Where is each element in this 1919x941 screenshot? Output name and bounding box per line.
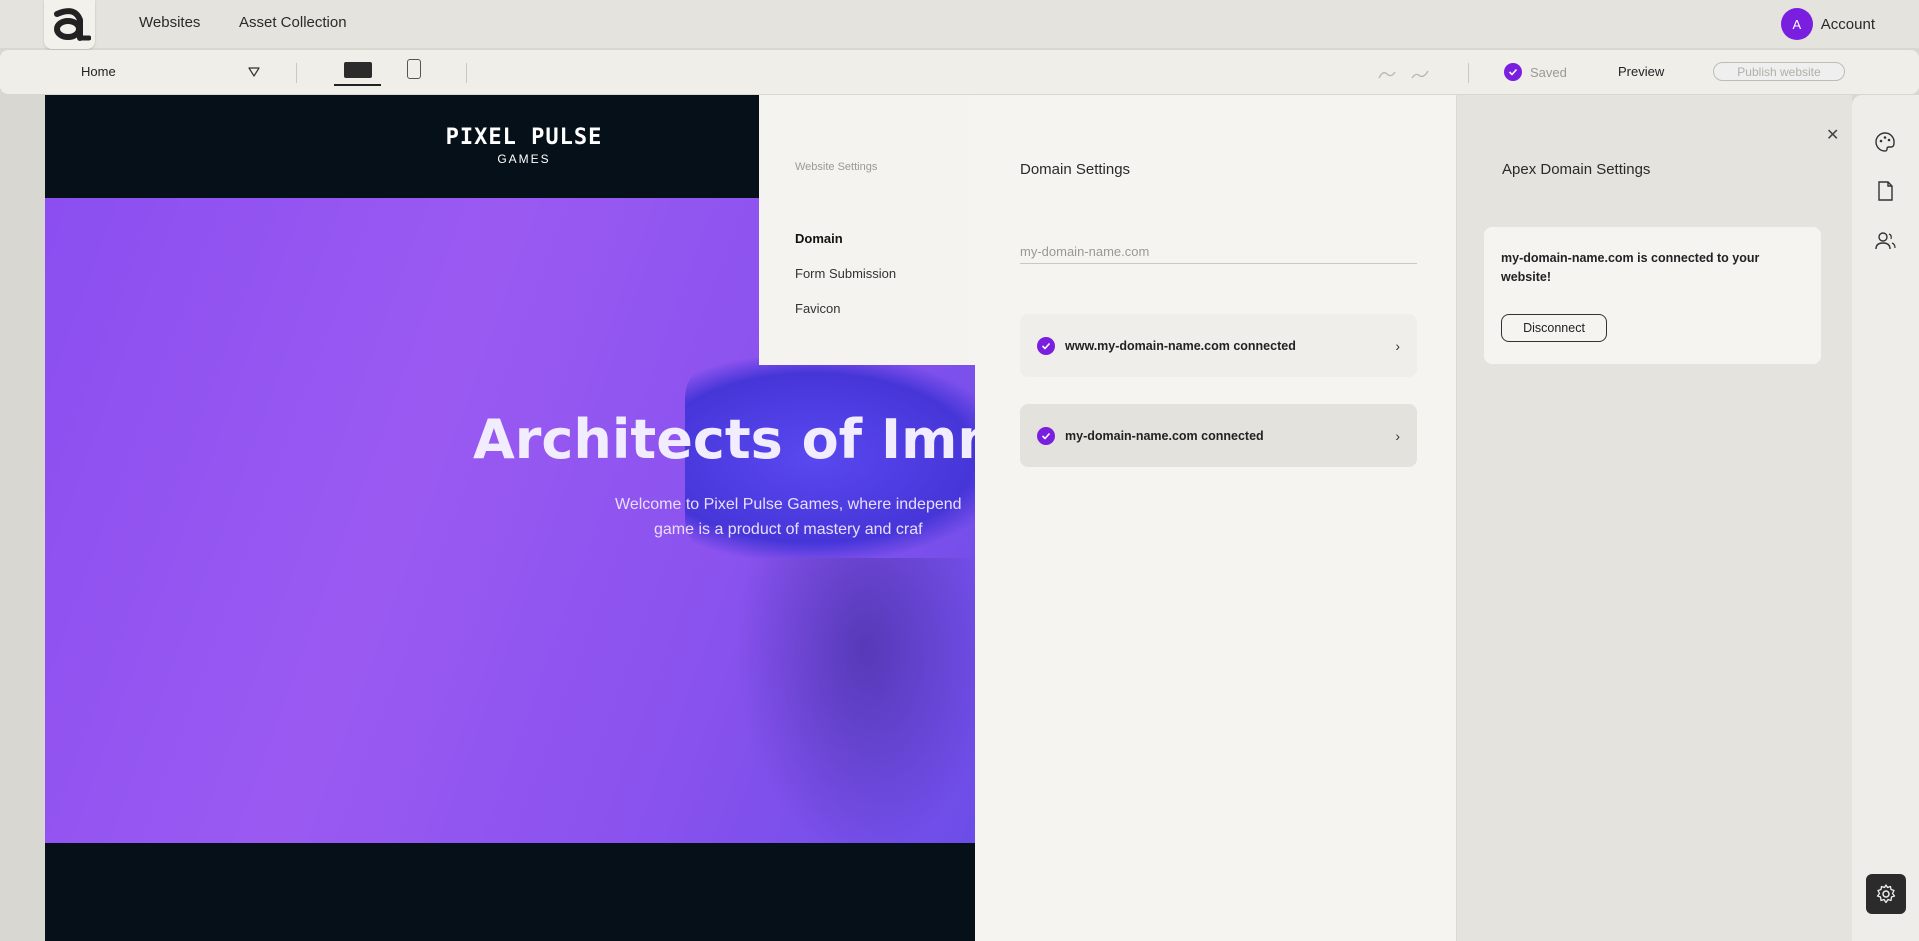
desktop-screen [343, 62, 372, 78]
settings-item-favicon[interactable]: Favicon [795, 301, 841, 316]
settings-heading: Website Settings [795, 161, 878, 173]
domain-connection-label: my-domain-name.com connected [1065, 428, 1264, 443]
account-menu[interactable]: A Account [1780, 8, 1875, 40]
site-brand: PIXEL PULSE GAMES [424, 125, 624, 166]
domain-settings-panel: Domain Settings www.my-domain-name.com c… [975, 95, 1457, 941]
check-icon [1037, 336, 1055, 355]
toolbar-divider [1468, 63, 1469, 83]
hero-text-line: game is a product of mastery and craf [653, 521, 923, 538]
undo-icon[interactable] [1377, 68, 1397, 80]
users-icon[interactable] [1874, 230, 1896, 252]
logo-mark [53, 7, 91, 41]
check-icon [1037, 426, 1055, 445]
avatar[interactable]: A [1780, 8, 1813, 40]
site-footer [45, 843, 975, 941]
saved-label: Saved [1530, 64, 1567, 80]
website-settings-menu: Website Settings Domain Form Submission … [759, 95, 975, 365]
domain-connection-apex[interactable]: my-domain-name.com connected › [1020, 404, 1417, 467]
chevron-right-icon: › [1395, 337, 1400, 354]
toolbar-divider [466, 63, 467, 83]
hero-title: Architects of Imm [473, 408, 975, 471]
chevron-down-icon[interactable] [248, 67, 260, 77]
toolbar-divider [296, 63, 297, 83]
domain-input[interactable] [1020, 240, 1417, 264]
brand-subtitle: GAMES [497, 152, 551, 166]
apex-status-card: my-domain-name.com is connected to your … [1484, 227, 1821, 364]
chevron-right-icon: › [1395, 427, 1400, 444]
logo-a-icon[interactable] [44, 0, 95, 49]
domain-connection-www[interactable]: www.my-domain-name.com connected › [1020, 314, 1417, 377]
saved-status: Saved [1504, 63, 1567, 81]
redo-icon[interactable] [1410, 68, 1430, 80]
nav-websites-link[interactable]: Websites [139, 14, 200, 31]
domain-settings-title: Domain Settings [1020, 161, 1131, 178]
close-icon[interactable]: ✕ [1826, 125, 1839, 145]
apex-settings-title: Apex Domain Settings [1502, 161, 1651, 178]
preview-button[interactable]: Preview [1618, 64, 1664, 79]
settings-item-domain[interactable]: Domain [795, 231, 843, 246]
hero-text: Welcome to Pixel Pulse Games, where inde… [615, 492, 962, 542]
apex-domain-settings-panel: Apex Domain Settings ✕ my-domain-name.co… [1457, 95, 1852, 941]
page-icon[interactable] [1874, 180, 1896, 202]
nav-asset-collection-link[interactable]: Asset Collection [239, 14, 347, 31]
publish-website-button[interactable]: Publish website [1713, 62, 1845, 81]
palette-icon[interactable] [1874, 131, 1896, 153]
gear-icon[interactable] [1866, 874, 1906, 914]
brand-name: PIXEL PULSE [445, 125, 603, 150]
mobile-icon[interactable] [407, 59, 421, 79]
editor-toolbar: Home Saved Preview Publish website [0, 50, 1919, 94]
disconnect-button[interactable]: Disconnect [1501, 314, 1607, 342]
domain-connection-label: www.my-domain-name.com connected [1065, 338, 1296, 353]
account-label[interactable]: Account [1821, 16, 1875, 33]
right-tool-rail [1852, 95, 1919, 941]
settings-item-form-submission[interactable]: Form Submission [795, 266, 896, 281]
hero-text-line: Welcome to Pixel Pulse Games, where inde… [615, 496, 962, 513]
hero-image-face [735, 558, 975, 843]
page-select[interactable]: Home [81, 64, 116, 79]
top-nav: Websites Asset Collection A Account [0, 0, 1919, 49]
apex-status-message: my-domain-name.com is connected to your … [1501, 251, 1760, 284]
desktop-icon[interactable] [334, 56, 381, 86]
gear-glyph [1876, 884, 1896, 904]
check-icon [1504, 63, 1522, 81]
